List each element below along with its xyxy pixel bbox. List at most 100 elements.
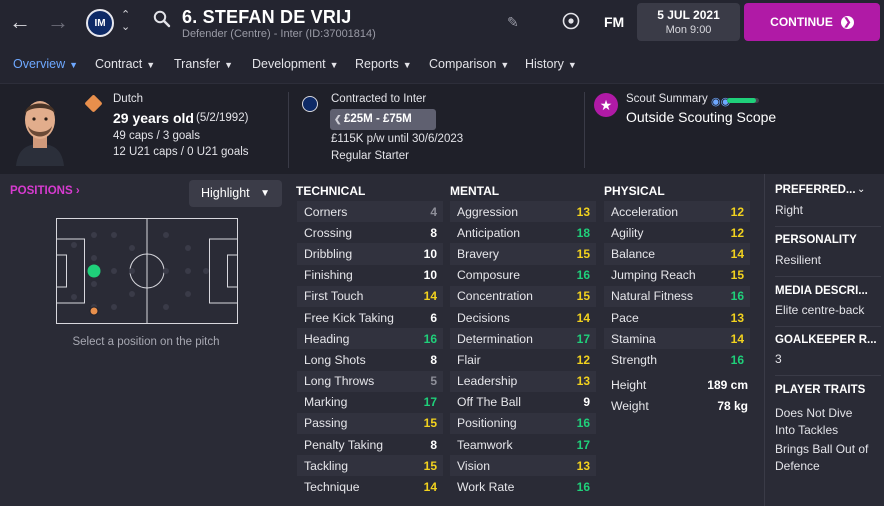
date-display[interactable]: 5 JUL 2021 Mon 9:00 (637, 3, 740, 41)
attribute-name: Crossing (304, 225, 353, 240)
attribute-name: Jumping Reach (611, 268, 696, 283)
player-trait[interactable]: Does Not Dive (775, 406, 852, 420)
wage-contract: £115K p/w until 30/6/2023 (331, 133, 464, 145)
attribute-row[interactable]: Leadership 13 (450, 370, 596, 392)
preferred-foot-title: PREFERRED... (775, 184, 856, 196)
attribute-row[interactable]: Determination 17 (450, 328, 596, 350)
player-trait[interactable]: Brings Ball Out of (775, 442, 868, 456)
attribute-value: 14 (423, 289, 437, 304)
player-trait[interactable]: Into Tackles (775, 423, 838, 437)
attribute-row[interactable]: Free Kick Taking 6 (297, 307, 443, 328)
attribute-row[interactable]: Decisions 14 (450, 307, 596, 328)
inter-club-badge-icon (302, 96, 318, 112)
attribute-row[interactable]: Marking 17 (297, 392, 443, 413)
attribute-value: 16 (423, 331, 437, 346)
attribute-row[interactable]: Bravery 15 (450, 243, 596, 265)
attribute-row[interactable]: Penalty Taking 8 (297, 434, 443, 455)
attribute-name: Off The Ball (457, 395, 521, 410)
attribute-row[interactable]: Long Shots 8 (297, 349, 443, 370)
attribute-row[interactable]: Acceleration 12 (604, 201, 750, 223)
player-switch-chevrons-icon[interactable]: ⌃ ⌄ (121, 9, 130, 33)
attribute-row[interactable]: Passing 15 (297, 412, 443, 435)
back-arrow-icon[interactable]: ← (9, 10, 31, 34)
fm-logo[interactable]: FM (604, 14, 624, 30)
attribute-row[interactable]: Concentration 15 (450, 285, 596, 307)
attribute-row[interactable]: Composure 16 (450, 265, 596, 286)
attribute-row[interactable]: Stamina 14 (604, 328, 750, 350)
tab-label: Development (252, 57, 326, 71)
attribute-row[interactable]: Dribbling 10 (297, 243, 443, 265)
scout-knowledge-fill (727, 98, 756, 103)
attribute-row[interactable]: Anticipation 18 (450, 222, 596, 243)
continue-button[interactable]: CONTINUE ❯ (744, 3, 880, 41)
attribute-row[interactable]: Positioning 16 (450, 412, 596, 435)
football-icon[interactable] (562, 12, 580, 30)
tab-development[interactable]: Development ▼ (252, 57, 339, 71)
positions-link[interactable]: POSITIONS › (10, 185, 80, 197)
attribute-value: 9 (583, 395, 590, 410)
scout-summary-value: Outside Scouting Scope (626, 109, 777, 125)
tab-history[interactable]: History ▼ (525, 57, 577, 71)
chevron-right-icon: › (75, 185, 80, 197)
technical-header: TECHNICAL (296, 184, 366, 198)
scout-summary-title[interactable]: Scout Summary (626, 93, 708, 105)
search-icon[interactable] (153, 10, 171, 28)
attribute-row[interactable]: Agility 12 (604, 222, 750, 243)
attribute-value: 10 (423, 268, 437, 283)
tab-transfer[interactable]: Transfer ▼ (174, 57, 233, 71)
attribute-value: 17 (576, 437, 590, 452)
attribute-name: Heading (304, 331, 350, 346)
tab-comparison[interactable]: Comparison ▼ (429, 57, 509, 71)
edit-pencil-icon[interactable]: ✎ (507, 14, 519, 31)
attribute-row[interactable]: Flair 12 (450, 349, 596, 370)
attribute-row[interactable]: Pace 13 (604, 307, 750, 328)
weight-label: Weight (611, 398, 649, 413)
attributes-panel: POSITIONS › Highlight ▼ Select a position… (0, 174, 884, 506)
attribute-row[interactable]: Corners 4 (297, 201, 443, 223)
personality-value: Resilient (775, 253, 822, 267)
attribute-row[interactable]: Teamwork 17 (450, 434, 596, 455)
player-trait[interactable]: Defence (775, 459, 820, 473)
attribute-row[interactable]: Work Rate 16 (450, 476, 596, 497)
attribute-name: Passing (304, 416, 348, 431)
attribute-row[interactable]: Strength 16 (604, 349, 750, 370)
weight-row: Weight 78 kg (604, 395, 750, 416)
attribute-row[interactable]: Crossing 8 (297, 222, 443, 243)
tab-reports[interactable]: Reports ▼ (355, 57, 412, 71)
secondary-position-marker (89, 306, 99, 316)
attribute-name: Balance (611, 246, 656, 261)
tab-overview[interactable]: Overview ▼ (13, 57, 78, 71)
position-pitch[interactable] (56, 218, 238, 324)
attribute-row[interactable]: Aggression 13 (450, 201, 596, 223)
transfer-value-badge[interactable]: ❮ £25M - £75M (330, 109, 436, 130)
side-panel: PREFERRED... ⌄ Right PERSONALITY Resilie… (764, 174, 884, 506)
chevron-down-icon: ▼ (567, 60, 577, 70)
attribute-value: 4 (430, 204, 437, 219)
forward-arrow-icon[interactable]: → (47, 10, 69, 34)
physical-attributes: Acceleration 12 Agility 12 Balance 14 Jumping … (604, 201, 750, 371)
attribute-row[interactable]: Technique 14 (297, 476, 443, 497)
arrow-right-circle-icon: ❯ (840, 15, 854, 29)
attribute-row[interactable]: Off The Ball 9 (450, 392, 596, 413)
attribute-row[interactable]: Finishing 10 (297, 265, 443, 286)
inter-club-badge-icon[interactable]: IM (86, 9, 114, 37)
attribute-row[interactable]: Jumping Reach 15 (604, 265, 750, 286)
tab-bar: Overview ▼ Contract ▼ Transfer ▼ Developmen… (0, 46, 884, 84)
tab-contract[interactable]: Contract ▼ (95, 57, 155, 71)
attribute-row[interactable]: Tackling 15 (297, 455, 443, 477)
attribute-row[interactable]: Long Throws 5 (297, 370, 443, 392)
attribute-value: 18 (576, 225, 590, 240)
attribute-row[interactable]: First Touch 14 (297, 285, 443, 307)
attribute-row[interactable]: Natural Fitness 16 (604, 285, 750, 307)
attribute-row[interactable]: Balance 14 (604, 243, 750, 265)
attribute-value: 13 (576, 458, 590, 473)
highlight-label: Highlight (201, 186, 250, 200)
chevron-down-icon: ▼ (69, 60, 79, 70)
highlight-dropdown[interactable]: Highlight ▼ (189, 180, 282, 207)
attribute-row[interactable]: Heading 16 (297, 328, 443, 350)
tab-label: Comparison (429, 57, 497, 71)
attribute-row[interactable]: Vision 13 (450, 455, 596, 477)
nationality[interactable]: Dutch (113, 93, 143, 105)
preferred-foot-value: Right (775, 203, 804, 217)
chevron-down-icon[interactable]: ⌄ (857, 184, 865, 195)
